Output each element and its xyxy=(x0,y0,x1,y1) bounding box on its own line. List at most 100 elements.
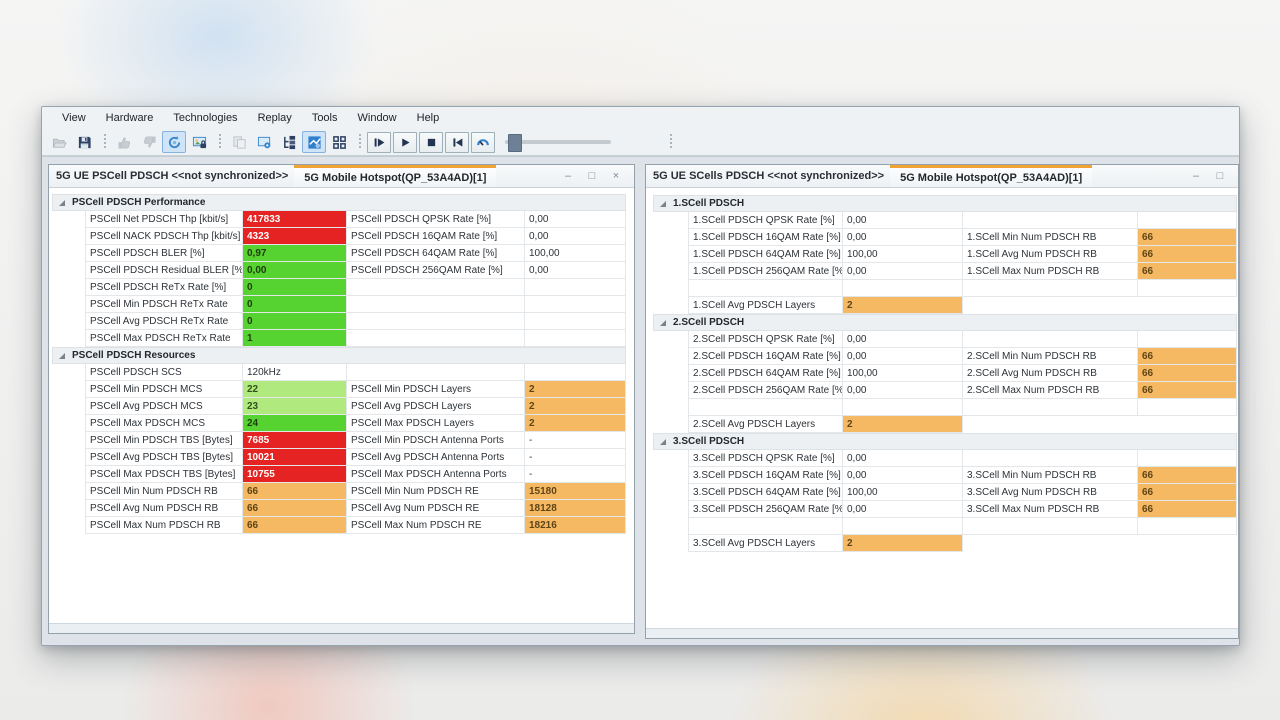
param-label: PSCell Min PDSCH Antenna Ports xyxy=(347,432,525,449)
table-row[interactable]: 2.SCell PDSCH 256QAM Rate [%] 0,00 2.SCe… xyxy=(653,382,1237,399)
table-row[interactable]: 2.SCell PDSCH 16QAM Rate [%] 0,00 2.SCel… xyxy=(653,348,1237,365)
open-file-icon[interactable] xyxy=(47,131,71,153)
param-label: PSCell PDSCH 64QAM Rate [%] xyxy=(347,245,525,262)
table-row[interactable]: 1.SCell PDSCH QPSK Rate [%] 0,00 xyxy=(653,212,1237,229)
panel-title-bar[interactable]: 5G UE SCells PDSCH <<not synchronized>> … xyxy=(646,165,1238,188)
param-label: PSCell Avg PDSCH MCS xyxy=(85,398,243,415)
param-label: PSCell PDSCH BLER [%] xyxy=(85,245,243,262)
table-row[interactable]: 1.SCell Avg PDSCH Layers 2 xyxy=(653,297,1237,314)
thumbs-down-icon[interactable] xyxy=(137,131,161,153)
replay-position-slider[interactable] xyxy=(505,133,611,151)
device-tab[interactable]: 5G Mobile Hotspot(QP_53A4AD)[1] xyxy=(890,165,1092,187)
table-row[interactable]: PSCell Avg PDSCH MCS 23 PSCell Avg PDSCH… xyxy=(52,398,626,415)
panel-title-bar[interactable]: 5G UE PSCell PDSCH <<not synchronized>> … xyxy=(49,165,634,188)
table-row[interactable]: PSCell PDSCH Residual BLER [%] 0,00 PSCe… xyxy=(52,262,626,279)
skip-to-start-icon[interactable] xyxy=(445,132,469,153)
table-row[interactable]: PSCell Max PDSCH TBS [Bytes] 10755 PSCel… xyxy=(52,466,626,483)
table-row[interactable]: 2.SCell PDSCH 64QAM Rate [%] 100,00 2.SC… xyxy=(653,365,1237,382)
param-label: PSCell Max PDSCH ReTx Rate xyxy=(85,330,243,347)
slider-handle[interactable] xyxy=(508,134,522,152)
image-settings-icon[interactable] xyxy=(252,131,276,153)
table-row[interactable]: PSCell Avg Num PDSCH RB 66 PSCell Avg Nu… xyxy=(52,500,626,517)
table-row[interactable]: PSCell Avg PDSCH ReTx Rate 0 xyxy=(52,313,626,330)
table-row[interactable]: PSCell Min PDSCH MCS 22 PSCell Min PDSCH… xyxy=(52,381,626,398)
menu-item[interactable]: Help xyxy=(407,109,450,127)
table-row[interactable]: PSCell Net PDSCH Thp [kbit/s] 417833 PSC… xyxy=(52,211,626,228)
param-value: 1 xyxy=(243,330,347,347)
param-label xyxy=(688,399,843,416)
table-row[interactable]: 3.SCell PDSCH 16QAM Rate [%] 0,00 3.SCel… xyxy=(653,467,1237,484)
param-value: - xyxy=(525,432,626,449)
toolbar xyxy=(42,129,1239,156)
table-row[interactable] xyxy=(653,518,1237,535)
param-label: 3.SCell Avg Num PDSCH RB xyxy=(963,484,1138,501)
table-row[interactable]: PSCell Min PDSCH ReTx Rate 0 xyxy=(52,296,626,313)
table-row[interactable]: 3.SCell Avg PDSCH Layers 2 xyxy=(653,535,1237,552)
step-forward-icon[interactable] xyxy=(367,132,391,153)
param-label xyxy=(347,330,525,347)
param-label: 3.SCell PDSCH QPSK Rate [%] xyxy=(688,450,843,467)
param-label: PSCell PDSCH 16QAM Rate [%] xyxy=(347,228,525,245)
table-row[interactable]: 1.SCell PDSCH 16QAM Rate [%] 0,00 1.SCel… xyxy=(653,229,1237,246)
grid-layout-icon[interactable] xyxy=(327,131,351,153)
table-row[interactable]: PSCell NACK PDSCH Thp [kbit/s] 4323 PSCe… xyxy=(52,228,626,245)
section-title: 3.SCell PDSCH xyxy=(673,436,744,447)
param-label xyxy=(347,313,525,330)
table-row[interactable]: PSCell Max Num PDSCH RB 66 PSCell Max Nu… xyxy=(52,517,626,534)
param-value: 0,97 xyxy=(243,245,347,262)
menu-item[interactable]: Tools xyxy=(302,109,348,127)
close-button[interactable]: × xyxy=(604,170,628,182)
menu-item[interactable]: Hardware xyxy=(96,109,164,127)
play-icon[interactable] xyxy=(393,132,417,153)
param-label xyxy=(963,450,1138,467)
section-header-resources[interactable]: PSCell PDSCH Resources xyxy=(52,347,626,364)
param-label: PSCell Avg Num PDSCH RE xyxy=(347,500,525,517)
table-row[interactable] xyxy=(653,399,1237,416)
workspace-icon[interactable] xyxy=(302,131,326,153)
table-row[interactable]: PSCell PDSCH SCS 120kHz xyxy=(52,364,626,381)
table-row[interactable]: 1.SCell PDSCH 64QAM Rate [%] 100,00 1.SC… xyxy=(653,246,1237,263)
stop-icon[interactable] xyxy=(419,132,443,153)
param-value: 66 xyxy=(1138,484,1237,501)
table-row[interactable]: PSCell Min PDSCH TBS [Bytes] 7685 PSCell… xyxy=(52,432,626,449)
table-row[interactable]: PSCell Min Num PDSCH RB 66 PSCell Min Nu… xyxy=(52,483,626,500)
param-value: 0 xyxy=(243,296,347,313)
param-label: 2.SCell PDSCH 16QAM Rate [%] xyxy=(688,348,843,365)
menu-item[interactable]: Technologies xyxy=(163,109,247,127)
table-row[interactable]: PSCell PDSCH ReTx Rate [%] 0 xyxy=(52,279,626,296)
maximize-button[interactable]: □ xyxy=(1208,170,1232,182)
param-label: PSCell Max PDSCH TBS [Bytes] xyxy=(85,466,243,483)
replay-speed-icon[interactable] xyxy=(471,132,495,153)
param-value xyxy=(1138,331,1237,348)
table-row[interactable]: 2.SCell Avg PDSCH Layers 2 xyxy=(653,416,1237,433)
section-header-scell1[interactable]: 1.SCell PDSCH xyxy=(653,195,1237,212)
section-header-performance[interactable]: PSCell PDSCH Performance xyxy=(52,194,626,211)
table-row[interactable]: 3.SCell PDSCH QPSK Rate [%] 0,00 xyxy=(653,450,1237,467)
section-header-scell3[interactable]: 3.SCell PDSCH xyxy=(653,433,1237,450)
table-row[interactable]: 1.SCell PDSCH 256QAM Rate [%] 0,00 1.SCe… xyxy=(653,263,1237,280)
image-lock-icon[interactable] xyxy=(187,131,211,153)
section-header-scell2[interactable]: 2.SCell PDSCH xyxy=(653,314,1237,331)
device-tab[interactable]: 5G Mobile Hotspot(QP_53A4AD)[1] xyxy=(294,165,496,187)
table-row[interactable] xyxy=(653,280,1237,297)
param-value: 66 xyxy=(1138,501,1237,518)
param-value: 0,00 xyxy=(843,501,963,518)
copy-view-icon[interactable] xyxy=(227,131,251,153)
sync-views-icon[interactable] xyxy=(162,131,186,153)
menu-item[interactable]: View xyxy=(52,109,96,127)
table-row[interactable]: PSCell Avg PDSCH TBS [Bytes] 10021 PSCel… xyxy=(52,449,626,466)
minimize-button[interactable]: – xyxy=(1184,170,1208,182)
menu-item[interactable]: Window xyxy=(348,109,407,127)
thumbs-up-icon[interactable] xyxy=(112,131,136,153)
tree-view-icon[interactable] xyxy=(277,131,301,153)
table-row[interactable]: PSCell Max PDSCH ReTx Rate 1 xyxy=(52,330,626,347)
menu-item[interactable]: Replay xyxy=(248,109,302,127)
maximize-button[interactable]: □ xyxy=(580,170,604,182)
table-row[interactable]: PSCell Max PDSCH MCS 24 PSCell Max PDSCH… xyxy=(52,415,626,432)
table-row[interactable]: PSCell PDSCH BLER [%] 0,97 PSCell PDSCH … xyxy=(52,245,626,262)
minimize-button[interactable]: – xyxy=(556,170,580,182)
table-row[interactable]: 3.SCell PDSCH 64QAM Rate [%] 100,00 3.SC… xyxy=(653,484,1237,501)
table-row[interactable]: 2.SCell PDSCH QPSK Rate [%] 0,00 xyxy=(653,331,1237,348)
save-icon[interactable] xyxy=(72,131,96,153)
table-row[interactable]: 3.SCell PDSCH 256QAM Rate [%] 0,00 3.SCe… xyxy=(653,501,1237,518)
